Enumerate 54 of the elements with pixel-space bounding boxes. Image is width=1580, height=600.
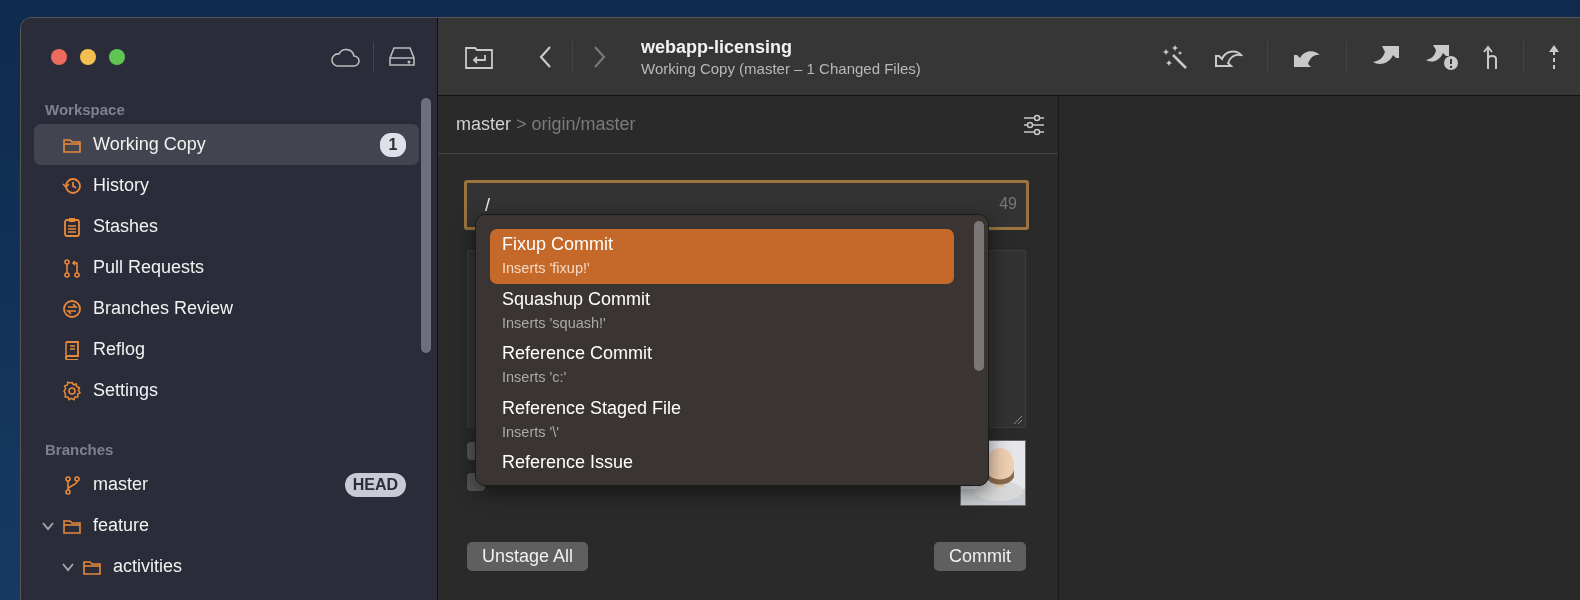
chevron-icon[interactable] [62,561,74,572]
suggestion-hint: Inserts 'c:' [502,369,568,385]
suggestion-item[interactable]: Fixup Commit Inserts 'fixup!' [490,229,954,284]
action-button[interactable]: Unstage All [467,542,589,571]
suggestion-hint: Inserts '\' [502,423,561,440]
redo-warning-icon[interactable] [1425,42,1459,71]
suggestion-title: Reference Issue [502,452,635,473]
section-heading: Workspace [44,100,126,120]
local-branch: master [456,114,511,135]
scrollbar[interactable] [974,221,984,371]
branch-label[interactable]: feature [93,515,150,536]
sidebar-item[interactable]: Reflog [34,329,419,370]
suggestion-title: Reference Commit [502,343,654,364]
close-button[interactable] [51,48,67,65]
book-icon [62,339,82,360]
scrollbar[interactable] [421,98,431,353]
drive-icon[interactable] [387,45,417,68]
character-counter: 49 [999,195,1017,213]
suggestion-item[interactable]: Squashup Commit Inserts 'squash!' [490,283,954,338]
sidebar-item[interactable]: Settings [34,370,419,411]
sidebar-item[interactable]: Branches Review [34,288,419,329]
suggestion-title: Fixup Commit [502,234,614,255]
clipboard-icon [62,216,82,237]
suggestion-title: Reference Staged File [502,397,683,419]
action-button[interactable]: Commit [934,542,1026,571]
breadcrumb-separator: > [516,114,527,135]
zoom-button[interactable] [109,48,125,65]
swap-circle-icon [62,298,82,319]
suggestion-hint: Inserts 'fixup!' [502,260,591,276]
sidebar-item[interactable]: Stashes [34,206,419,247]
count-badge: 1 [380,132,406,157]
sidebar-item[interactable]: Pull Requests [34,247,419,288]
branch-label[interactable]: activities [113,556,183,577]
resize-grip-icon[interactable] [1011,413,1023,425]
gear-icon [62,380,82,401]
filter-icon[interactable] [1022,112,1046,137]
minimize-button[interactable] [80,48,96,65]
suggestion-hint: Inserts 'squash!' [502,314,607,331]
suggestion-item[interactable]: Reference Commit Inserts 'c:' [490,338,954,393]
branch-label[interactable]: master [93,474,148,495]
sidebar-item[interactable]: History [34,165,419,206]
chevron-icon[interactable] [42,520,54,531]
suggestion-title: Squashup Commit [502,288,652,310]
pull-request-icon [62,257,82,278]
suggestion-item[interactable]: Reference Issue [490,447,954,485]
window-title: webapp-licensing [641,36,794,58]
branch-icon [62,474,82,495]
sidebar-item[interactable]: Working Copy 1 [34,124,419,165]
window-subtitle: Working Copy (master – 1 Changed Files) [641,59,921,77]
remote-branch: origin/master [531,114,636,135]
section-heading: Branches [44,440,115,460]
history-icon [62,175,82,196]
suggestion-item[interactable]: Reference Staged File Inserts '\' [490,392,954,447]
head-badge: HEAD [344,472,406,497]
